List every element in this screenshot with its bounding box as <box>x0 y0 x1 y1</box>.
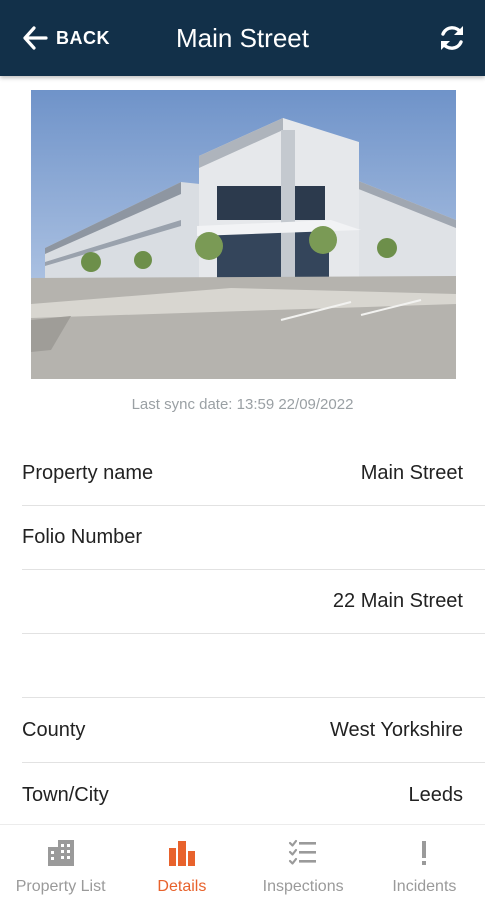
nav-item-details[interactable]: Details <box>121 825 242 900</box>
bottom-nav: Property List Details Inspections Incide… <box>0 824 485 900</box>
field-row-county: County West Yorkshire <box>22 699 485 763</box>
building-icon <box>46 838 76 868</box>
field-row-town-city: Town/City Leeds <box>22 764 485 824</box>
sync-icon <box>441 26 463 50</box>
bar-chart-icon <box>167 838 197 868</box>
property-details: Last sync date: 13:59 22/09/2022 Propert… <box>0 76 485 824</box>
nav-item-incidents[interactable]: Incidents <box>364 825 485 900</box>
property-photo <box>31 90 456 379</box>
nav-label: Details <box>157 878 207 895</box>
field-row-property-name: Property name Main Street <box>22 442 485 506</box>
field-value: Main Street <box>360 462 463 484</box>
nav-label: Incidents <box>392 878 457 895</box>
back-label: BACK <box>56 27 110 48</box>
checklist-icon <box>288 838 318 868</box>
last-sync-date: Last sync date: 13:59 22/09/2022 <box>131 396 354 413</box>
field-label: Town/City <box>22 784 109 806</box>
field-value: 22 Main Street <box>332 590 463 612</box>
sync-button[interactable] <box>437 22 467 54</box>
field-label: County <box>22 719 86 741</box>
nav-item-property-list[interactable]: Property List <box>0 825 121 900</box>
arrow-left-icon <box>23 26 48 50</box>
nav-item-inspections[interactable]: Inspections <box>243 825 364 900</box>
app-bar: BACK Main Street <box>0 0 485 76</box>
back-button[interactable]: BACK <box>22 22 110 54</box>
field-row-address-line-2 <box>22 634 485 698</box>
nav-label: Property List <box>15 878 106 895</box>
field-value: West Yorkshire <box>329 719 463 741</box>
field-value: Leeds <box>408 784 464 806</box>
field-row-address-line-1: 22 Main Street <box>22 570 485 634</box>
field-label: Property name <box>22 462 154 484</box>
field-label: Folio Number <box>22 526 143 548</box>
field-row-folio-number: Folio Number <box>22 506 485 570</box>
nav-label: Inspections <box>262 878 344 895</box>
exclamation-icon <box>417 838 431 868</box>
